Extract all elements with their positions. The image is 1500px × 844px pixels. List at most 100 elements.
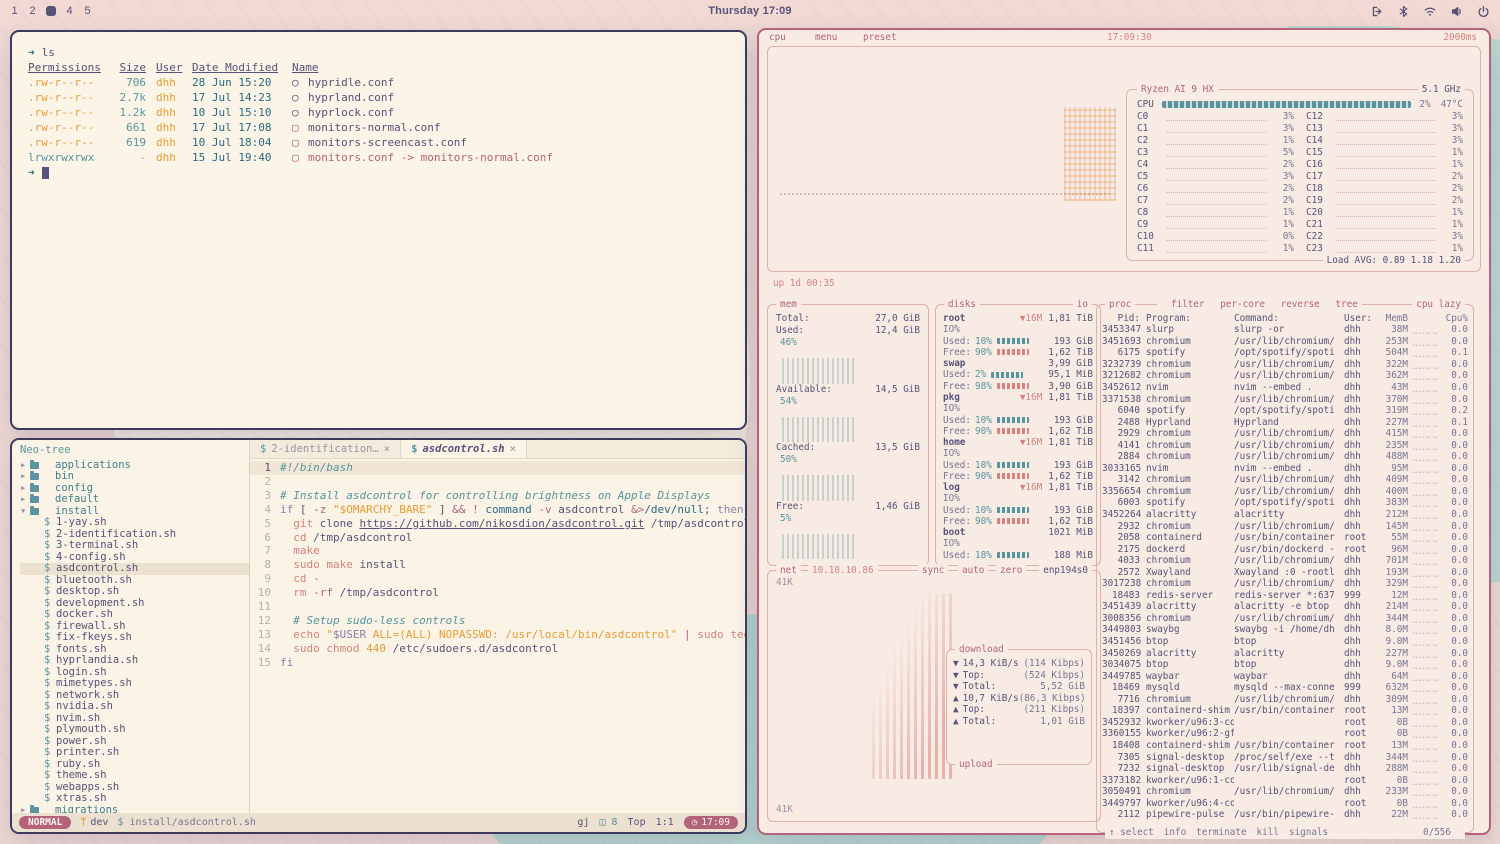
process-row[interactable]: 3451439 alacritty alacritty -e btop dhh … bbox=[1102, 601, 1468, 613]
tree-item[interactable]: $ docker.sh bbox=[20, 609, 249, 621]
process-row[interactable]: 3449797 kworker/u96:4-co root 0B ⣀⣀⣀⣀ 0.… bbox=[1102, 797, 1468, 809]
process-row[interactable]: 18483 redis-server redis-server *:637 99… bbox=[1102, 590, 1468, 602]
process-row[interactable]: 3050491 chromium /usr/lib/chromium/ dhh … bbox=[1102, 786, 1468, 798]
proc-tree-toggle[interactable]: tree bbox=[1335, 299, 1357, 310]
process-row[interactable]: 3450269 alacritty alacritty dhh 227M ⣀⣀⣀… bbox=[1102, 647, 1468, 659]
menu-button[interactable]: menu bbox=[815, 32, 837, 43]
process-row[interactable]: 3371538 chromium /usr/lib/chromium/ dhh … bbox=[1102, 393, 1468, 405]
workspace-indicator[interactable]: 1 bbox=[10, 5, 19, 17]
process-row[interactable]: 2058 containerd /usr/bin/container root … bbox=[1102, 532, 1468, 544]
power-icon[interactable] bbox=[1477, 5, 1490, 18]
proc-filter-button[interactable]: filter bbox=[1171, 299, 1205, 310]
tree-item[interactable]: $ development.sh bbox=[20, 598, 249, 610]
process-row[interactable]: 3212682 chromium /usr/lib/chromium/ dhh … bbox=[1102, 370, 1468, 382]
buffer-tab[interactable]: $ 2-identification… × bbox=[250, 440, 401, 458]
process-row[interactable]: 3449785 waybar waybar dhh 64M ⣀⣀⣀⣀ 0.0 bbox=[1102, 670, 1468, 682]
process-row[interactable]: 4033 chromium /usr/lib/chromium/ dhh 701… bbox=[1102, 555, 1468, 567]
tree-item[interactable]: $ plymouth.sh bbox=[20, 724, 249, 736]
tree-expander-icon[interactable]: ▾ bbox=[20, 506, 30, 518]
net-zero-toggle[interactable]: zero bbox=[996, 564, 1026, 577]
process-row[interactable]: 7305 signal-desktop /proc/self/exe --t d… bbox=[1102, 751, 1468, 763]
tree-item[interactable]: $ login.sh bbox=[20, 667, 249, 679]
process-row[interactable]: 3232739 chromium /usr/lib/chromium/ dhh … bbox=[1102, 359, 1468, 371]
process-row[interactable]: 3452932 kworker/u96:3-co root 0B ⣀⣀⣀⣀ 0.… bbox=[1102, 717, 1468, 729]
tree-expander-icon[interactable]: ▸ bbox=[20, 805, 30, 814]
process-row[interactable]: 3451456 btop btop dhh 9.0M ⣀⣀⣀⣀ 0.0 bbox=[1102, 636, 1468, 648]
code-area[interactable]: 1 #!/bin/bash 2 3 # Install asdcontrol f… bbox=[250, 459, 745, 813]
tree-item[interactable]: $ power.sh bbox=[20, 736, 249, 748]
logout-icon[interactable] bbox=[1371, 5, 1384, 18]
process-row[interactable]: 2572 Xwayland Xwayland :0 -rootl dhh 193… bbox=[1102, 566, 1468, 578]
signals-action[interactable]: signals bbox=[1289, 826, 1328, 839]
bluetooth-icon[interactable] bbox=[1397, 5, 1410, 18]
process-row[interactable]: 2488 Hyprland Hyprland dhh 227M ⣀⣀⣀⣀ 0.1 bbox=[1102, 416, 1468, 428]
tree-item[interactable]: ▸ migrations bbox=[20, 805, 249, 814]
cpu-box-label[interactable]: cpu bbox=[769, 32, 786, 43]
close-icon[interactable]: × bbox=[510, 443, 516, 455]
process-row[interactable]: 3452264 alacritty alacritty dhh 212M ⣀⣀⣀… bbox=[1102, 509, 1468, 521]
process-row[interactable]: 18469 mysqld mysqld --max-conne 999 632M… bbox=[1102, 682, 1468, 694]
process-row[interactable]: 2932 chromium /usr/lib/chromium/ dhh 145… bbox=[1102, 520, 1468, 532]
process-row[interactable]: 3452612 nvim nvim --embed . dhh 43M ⣀⣀⣀⣀… bbox=[1102, 382, 1468, 394]
workspace-indicator[interactable]: 2 bbox=[28, 5, 37, 17]
process-row[interactable]: 3033165 nvim nvim --embed . dhh 95M ⣀⣀⣀⣀… bbox=[1102, 463, 1468, 475]
tree-item[interactable]: $ network.sh bbox=[20, 690, 249, 702]
tree-item[interactable]: $ fix-fkeys.sh bbox=[20, 632, 249, 644]
process-row[interactable]: 2175 dockerd /usr/bin/dockerd - root 96M… bbox=[1102, 543, 1468, 555]
volume-icon[interactable] bbox=[1450, 5, 1464, 18]
process-row[interactable]: 4141 chromium /usr/lib/chromium/ dhh 235… bbox=[1102, 439, 1468, 451]
preset-button[interactable]: preset bbox=[863, 32, 897, 43]
tree-item[interactable]: ▾ install bbox=[20, 506, 249, 518]
tree-item[interactable]: $ webapps.sh bbox=[20, 782, 249, 794]
workspace-indicator[interactable] bbox=[46, 6, 56, 16]
proc-column-header[interactable]: Pid: Program: Command: User: MemB Cpu% bbox=[1102, 312, 1468, 324]
network-interface[interactable]: enp194s0 bbox=[1039, 564, 1092, 577]
net-auto-toggle[interactable]: auto bbox=[958, 564, 988, 577]
net-sync-toggle[interactable]: sync bbox=[918, 564, 948, 577]
process-row[interactable]: 3451693 chromium /usr/lib/chromium/ dhh … bbox=[1102, 336, 1468, 348]
tree-item[interactable]: ▸ default bbox=[20, 494, 249, 506]
process-row[interactable]: 3449803 swaybg swaybg -i /home/dh dhh 8.… bbox=[1102, 624, 1468, 636]
process-row[interactable]: 6003 spotify /opt/spotify/spoti dhh 383M… bbox=[1102, 497, 1468, 509]
process-row[interactable]: 3008356 chromium /usr/lib/chromium/ dhh … bbox=[1102, 613, 1468, 625]
process-row[interactable]: 2929 chromium /usr/lib/chromium/ dhh 415… bbox=[1102, 428, 1468, 440]
wifi-icon[interactable] bbox=[1423, 5, 1437, 18]
process-row[interactable]: 18397 containerd-shim /usr/bin/container… bbox=[1102, 705, 1468, 717]
process-row[interactable]: 18408 containerd-shim /usr/bin/container… bbox=[1102, 740, 1468, 752]
proc-percore-toggle[interactable]: per-core bbox=[1220, 299, 1265, 310]
process-row[interactable]: 3453347 slurp slurp -or dhh 38M ⣀⣀⣀⣀ 0.0 bbox=[1102, 324, 1468, 336]
terminate-action[interactable]: terminate bbox=[1196, 826, 1246, 839]
tree-item[interactable]: $ firewall.sh bbox=[20, 621, 249, 633]
process-row[interactable]: 3373182 kworker/u96:1-co root 0B ⣀⣀⣀⣀ 0.… bbox=[1102, 774, 1468, 786]
process-row[interactable]: 7232 signal-desktop /usr/lib/signal-de d… bbox=[1102, 763, 1468, 775]
tree-item[interactable]: $ 1-yay.sh bbox=[20, 517, 249, 529]
process-row[interactable]: 2112 pipewire-pulse /usr/bin/pipewire- d… bbox=[1102, 809, 1468, 821]
process-row[interactable]: 3142 chromium /usr/lib/chromium/ dhh 409… bbox=[1102, 474, 1468, 486]
update-interval[interactable]: 2000ms bbox=[1443, 32, 1477, 43]
tree-item[interactable]: $ asdcontrol.sh bbox=[20, 563, 249, 575]
info-action[interactable]: info bbox=[1164, 826, 1186, 839]
process-row[interactable]: 3017238 chromium /usr/lib/chromium/ dhh … bbox=[1102, 578, 1468, 590]
workspace-indicator[interactable]: 4 bbox=[65, 5, 74, 17]
tree-expander-icon[interactable]: ▸ bbox=[20, 471, 30, 483]
proc-reverse-toggle[interactable]: reverse bbox=[1281, 299, 1320, 310]
select-action[interactable]: ↑ select bbox=[1109, 826, 1154, 839]
tree-item[interactable]: $ desktop.sh bbox=[20, 586, 249, 598]
workspace-indicator[interactable]: 5 bbox=[83, 5, 92, 17]
tree-item[interactable]: $ nvidia.sh bbox=[20, 701, 249, 713]
buffer-tab[interactable]: $ asdcontrol.sh × bbox=[401, 440, 527, 458]
tree-expander-icon[interactable]: ▸ bbox=[20, 494, 30, 506]
process-row[interactable]: 3034075 btop btop dhh 9.0M ⣀⣀⣀⣀ 0.0 bbox=[1102, 659, 1468, 671]
tree-item[interactable]: $ theme.sh bbox=[20, 770, 249, 782]
proc-sort-selector[interactable]: cpu lazy bbox=[1412, 298, 1465, 311]
tree-item[interactable]: $ 3-terminal.sh bbox=[20, 540, 249, 552]
tree-item[interactable]: $ hyprlandia.sh bbox=[20, 655, 249, 667]
tree-item[interactable]: $ bluetooth.sh bbox=[20, 575, 249, 587]
tree-item[interactable]: $ mimetypes.sh bbox=[20, 678, 249, 690]
disks-io-toggle[interactable]: io bbox=[1073, 298, 1092, 311]
tree-item[interactable]: $ nvim.sh bbox=[20, 713, 249, 725]
process-row[interactable]: 2884 chromium /usr/lib/chromium/ dhh 488… bbox=[1102, 451, 1468, 463]
process-row[interactable]: 6040 spotify /opt/spotify/spoti dhh 319M… bbox=[1102, 405, 1468, 417]
process-row[interactable]: 3356654 chromium /usr/lib/chromium/ dhh … bbox=[1102, 486, 1468, 498]
tree-item[interactable]: $ printer.sh bbox=[20, 747, 249, 759]
